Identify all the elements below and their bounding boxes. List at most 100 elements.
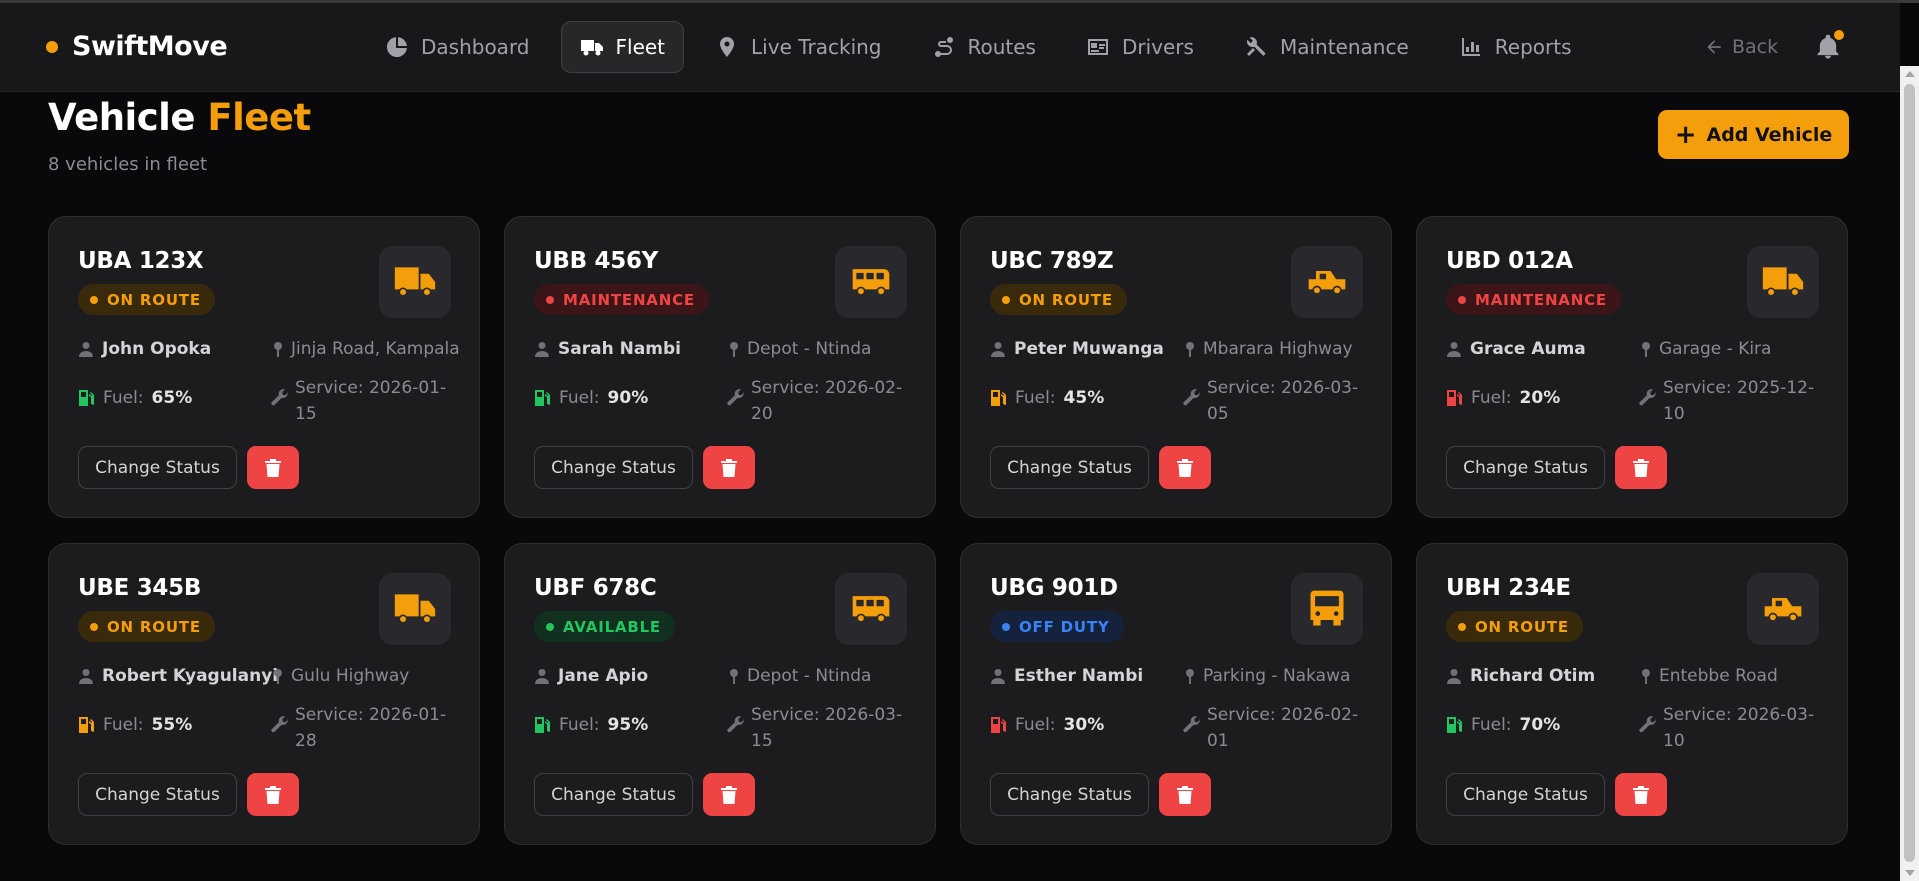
wrench-icon [271,389,288,406]
page-title-accent: Fleet [207,96,311,139]
nav-item-reports[interactable]: Reports [1440,21,1591,73]
status-badge: MAINTENANCE [534,284,709,315]
vehicle-card[interactable]: UBA 123X ON ROUTE John Opoka Jinja Road,… [48,216,480,518]
truck-icon [1762,267,1804,297]
change-status-button[interactable]: Change Status [534,773,693,816]
scroll-down-arrow-icon[interactable] [1905,870,1915,876]
delete-vehicle-button[interactable] [703,446,755,489]
nav-item-fleet[interactable]: Fleet [560,21,685,73]
vehicle-card[interactable]: UBB 456Y MAINTENANCE Sarah Nambi Depot -… [504,216,936,518]
delete-vehicle-button[interactable] [247,446,299,489]
brand-logo[interactable]: SwiftMove [46,31,228,62]
vehicle-plate: UBC 789Z [990,248,1114,274]
vehicle-card[interactable]: UBG 901D OFF DUTY Esther Nambi Parking -… [960,543,1392,845]
pin-icon [730,669,738,684]
status-dot-icon [90,295,98,304]
status-dot-icon [546,622,554,631]
location-info: Parking - Nakawa [1183,666,1373,686]
fuel-pump-icon [1447,390,1462,406]
change-status-button[interactable]: Change Status [990,446,1149,489]
delete-vehicle-button[interactable] [703,773,755,816]
route-icon [934,37,953,57]
vehicle-type-badge [1747,573,1819,645]
change-status-button[interactable]: Change Status [1446,446,1605,489]
status-label: OFF DUTY [1019,617,1110,636]
status-label: MAINTENANCE [563,290,695,309]
pin-icon [1642,669,1650,684]
change-status-button[interactable]: Change Status [1446,773,1605,816]
vehicle-plate: UBF 678C [534,575,657,601]
status-label: ON ROUTE [1475,617,1569,636]
nav-item-routes[interactable]: Routes [913,21,1055,73]
scroll-up-arrow-icon[interactable] [1905,71,1915,77]
change-status-button[interactable]: Change Status [78,446,237,489]
wrench-icon [1183,716,1200,733]
vehicle-card[interactable]: UBF 678C AVAILABLE Jane Apio Depot - Nti… [504,543,936,845]
nav-item-label: Maintenance [1279,35,1409,59]
status-dot-icon [1002,622,1010,631]
nav-item-dashboard[interactable]: Dashboard [366,21,549,73]
fuel-info: Fuel: 55% [78,715,192,735]
delete-vehicle-button[interactable] [1615,446,1667,489]
change-status-button[interactable]: Change Status [534,446,693,489]
change-status-label: Change Status [95,784,220,805]
id-card-icon [1087,39,1108,55]
service-info: Service: 2026-01-15 [271,375,456,427]
status-label: ON ROUTE [107,290,201,309]
change-status-button[interactable]: Change Status [990,773,1149,816]
nav-item-maintenance[interactable]: Maintenance [1225,21,1428,73]
delete-vehicle-button[interactable] [1159,773,1211,816]
change-status-button[interactable]: Change Status [78,773,237,816]
fuel-value: 45% [1063,388,1105,408]
service-date: Service: 2026-01-28 [295,705,447,751]
nav-item-drivers[interactable]: Drivers [1067,21,1213,73]
delete-vehicle-button[interactable] [247,773,299,816]
driver-name: Esther Nambi [1014,666,1144,686]
driver-info: Richard Otim [1446,666,1595,686]
vehicle-card[interactable]: UBE 345B ON ROUTE Robert Kyagulanyi Gulu… [48,543,480,845]
fuel-info: Fuel: 65% [78,388,192,408]
vehicle-type-badge [835,246,907,318]
pin-icon [1642,342,1650,357]
scroll-thumb[interactable] [1904,84,1915,862]
fuel-label: Fuel: [103,715,144,735]
vehicle-card[interactable]: UBH 234E ON ROUTE Richard Otim Entebbe R… [1416,543,1848,845]
driver-name: Jane Apio [558,666,649,686]
page-scrollbar[interactable] [1900,66,1919,881]
page-title-main: Vehicle [48,96,195,139]
vehicle-plate: UBA 123X [78,248,204,274]
status-badge: ON ROUTE [78,284,215,315]
service-info: Service: 2026-01-28 [271,702,456,754]
add-vehicle-button[interactable]: + Add Vehicle [1658,110,1849,159]
fuel-label: Fuel: [559,715,600,735]
service-date: Service: 2026-03-10 [1663,705,1815,751]
fuel-label: Fuel: [103,388,144,408]
location-info: Depot - Ntinda [727,339,917,359]
service-date: Service: 2026-03-15 [751,705,903,751]
vehicle-type-badge [1291,246,1363,318]
location-info: Gulu Highway [271,666,461,686]
notifications-button[interactable] [1814,30,1844,63]
notification-dot [1834,30,1844,40]
fuel-value: 55% [151,715,193,735]
nav-item-label: Fleet [615,35,666,59]
driver-info: Grace Auma [1446,339,1586,359]
vehicle-plate: UBE 345B [78,575,202,601]
fuel-pump-icon [535,390,550,406]
vehicle-card[interactable]: UBD 012A MAINTENANCE Grace Auma Garage -… [1416,216,1848,518]
vehicle-card[interactable]: UBC 789Z ON ROUTE Peter Muwanga Mbarara … [960,216,1392,518]
location-text: Entebbe Road [1659,666,1778,686]
delete-vehicle-button[interactable] [1159,446,1211,489]
delete-vehicle-button[interactable] [1615,773,1667,816]
trash-icon [265,458,281,477]
nav-item-live-tracking[interactable]: Live Tracking [696,21,900,73]
van-icon [852,596,890,623]
bus-icon [1310,590,1344,626]
location-text: Mbarara Highway [1203,339,1353,359]
location-info: Mbarara Highway [1183,339,1373,359]
trash-icon [265,785,281,804]
back-button[interactable]: Back [1704,36,1778,58]
fleet-count: 8 vehicles in fleet [48,154,208,175]
trash-icon [721,458,737,477]
status-badge: ON ROUTE [1446,611,1583,642]
